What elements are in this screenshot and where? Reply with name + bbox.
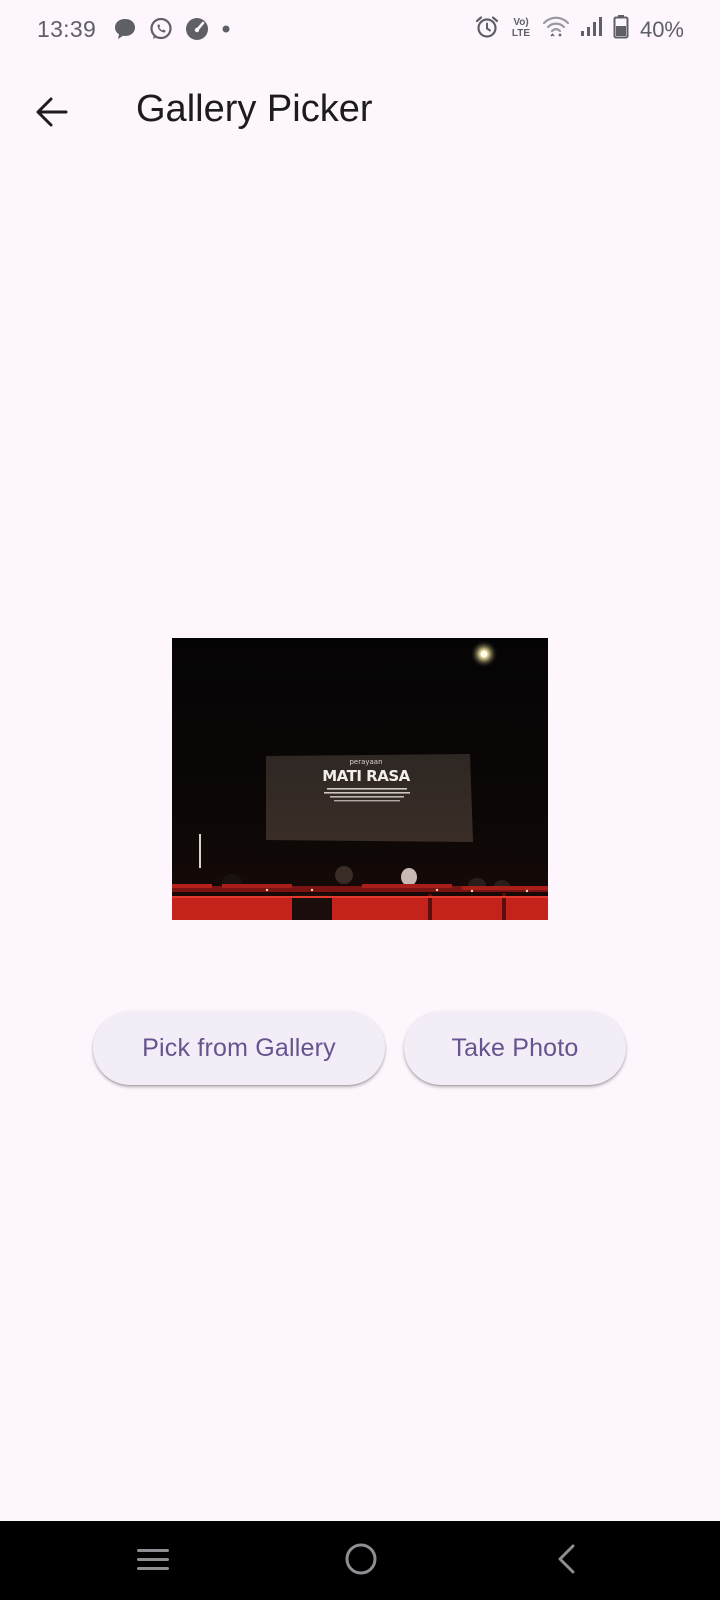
page-title: Gallery Picker: [136, 88, 373, 130]
dot-icon: [220, 16, 232, 47]
app-bar: Gallery Picker: [0, 66, 720, 158]
recent-apps-button[interactable]: [129, 1537, 177, 1585]
take-photo-label: Take Photo: [451, 1033, 579, 1062]
screen: 13:39 Vo) LTE 40% Gallery Picker perayaa…: [0, 0, 720, 1600]
chat-bubble-icon: [112, 16, 138, 47]
nav-back-button[interactable]: [543, 1537, 591, 1585]
svg-text:Vo): Vo): [513, 17, 528, 28]
home-button[interactable]: [337, 1537, 385, 1585]
notification-icons: [112, 16, 232, 47]
battery-icon: [612, 14, 630, 45]
status-bar: 13:39 Vo) LTE 40%: [0, 0, 720, 60]
volte-icon: Vo) LTE: [508, 14, 534, 45]
screen-title-text: MATI RASA: [322, 767, 410, 785]
system-status-icons: Vo) LTE 40%: [474, 14, 684, 45]
pick-from-gallery-label: Pick from Gallery: [142, 1033, 336, 1062]
home-icon: [343, 1541, 379, 1582]
take-photo-button[interactable]: Take Photo: [404, 1011, 626, 1085]
selected-image-preview: perayaan MATI RASA: [172, 638, 548, 920]
signal-icon: [578, 14, 604, 45]
whatsapp-icon: [148, 16, 174, 47]
pick-from-gallery-button[interactable]: Pick from Gallery: [93, 1011, 385, 1085]
svg-text:LTE: LTE: [512, 28, 530, 39]
recent-apps-icon: [135, 1541, 171, 1582]
back-button[interactable]: [24, 86, 80, 142]
arrow-back-icon: [34, 94, 70, 135]
navigation-bar: [0, 1521, 720, 1600]
speedometer-icon: [184, 16, 210, 47]
screen-small-text: perayaan: [349, 758, 382, 766]
battery-percent: 40%: [639, 16, 684, 42]
nav-back-icon: [549, 1541, 585, 1582]
alarm-icon: [474, 14, 500, 45]
wifi-icon: [542, 14, 570, 45]
status-time: 13:39: [37, 16, 97, 42]
